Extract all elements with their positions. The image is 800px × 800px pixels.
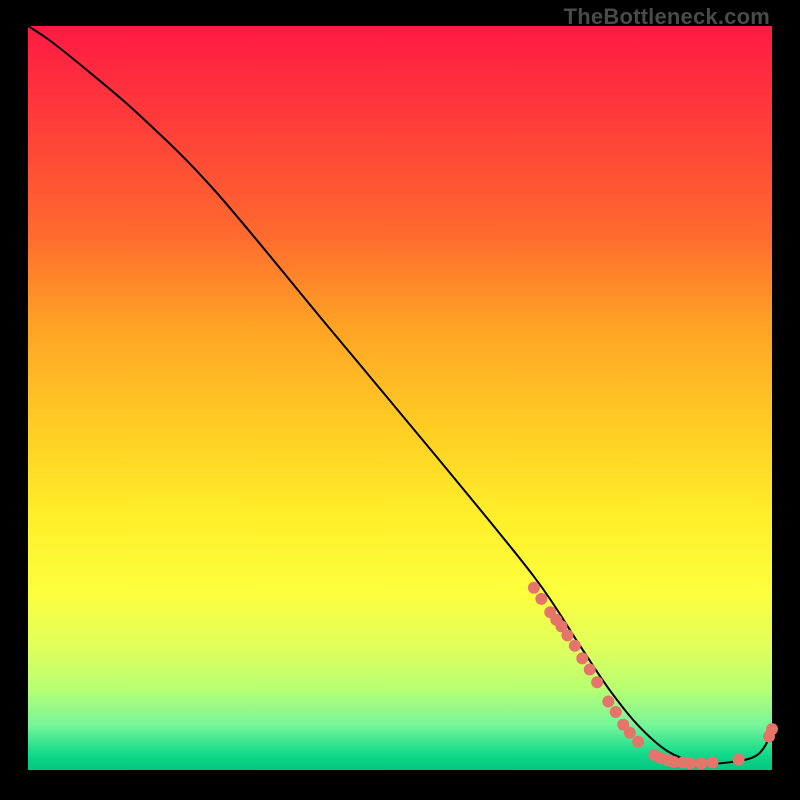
data-point <box>624 727 636 739</box>
data-point <box>684 757 696 769</box>
data-point <box>561 629 573 641</box>
data-point <box>584 664 596 676</box>
data-point <box>576 652 588 664</box>
data-point <box>766 723 778 735</box>
chart-svg <box>28 26 772 770</box>
data-point <box>695 757 707 769</box>
data-point <box>591 676 603 688</box>
plot-area <box>28 26 772 770</box>
data-point <box>632 736 644 748</box>
data-point <box>610 706 622 718</box>
chart-stage: TheBottleneck.com <box>0 0 800 800</box>
data-point <box>569 640 581 652</box>
bottleneck-curve <box>28 26 772 764</box>
data-point <box>528 582 540 594</box>
data-point <box>706 757 718 769</box>
curve-group <box>28 26 772 764</box>
data-point <box>602 696 614 708</box>
data-point <box>535 593 547 605</box>
data-point <box>733 754 745 766</box>
